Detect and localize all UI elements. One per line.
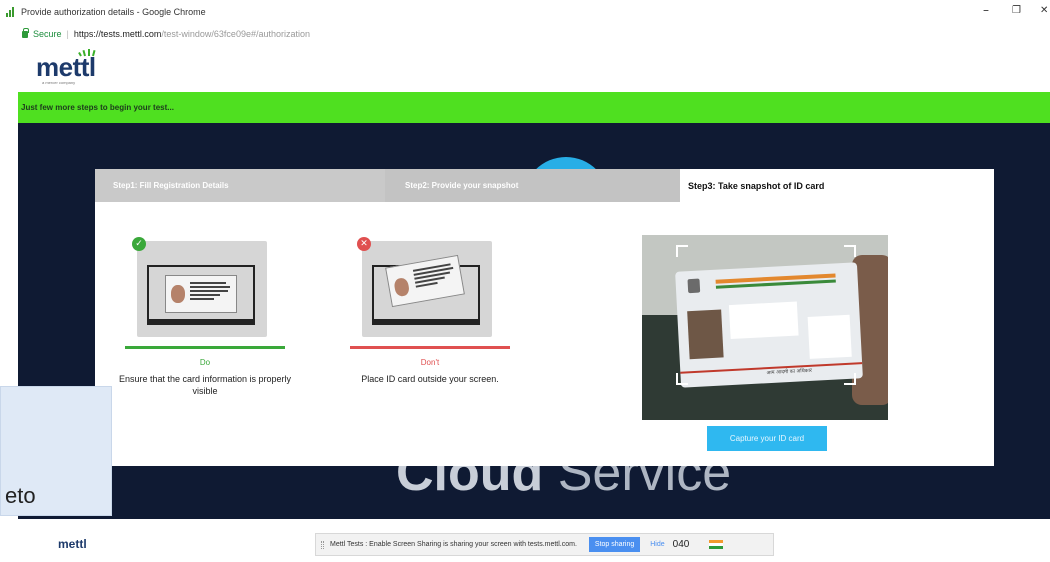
address-separator: |	[66, 29, 69, 39]
mettl-favicon-icon	[6, 7, 16, 17]
banner-text: Just few more steps to begin your test..…	[21, 103, 174, 112]
logo-spark-icon	[78, 49, 96, 57]
step-tabs: Step1: Fill Registration Details Step2: …	[95, 169, 994, 202]
india-flag-icon	[709, 539, 724, 550]
dont-bar	[350, 346, 510, 349]
mettl-logo[interactable]: mettl a mercer company	[36, 49, 96, 85]
card-text-lines	[412, 262, 460, 289]
id-card-illustration	[165, 275, 237, 313]
redaction-box	[807, 314, 852, 359]
footer-number: 040	[672, 539, 690, 550]
browser-title-bar: Provide authorization details - Google C…	[0, 0, 1050, 24]
card-footer-text: आम आदमी का अधिकार	[766, 367, 813, 377]
minimize-button[interactable]: –	[983, 3, 989, 17]
do-bar	[125, 346, 285, 349]
id-verification-modal: Step1: Fill Registration Details Step2: …	[95, 169, 994, 466]
footer-logo: mettl	[58, 537, 87, 551]
site-header: mettl a mercer company	[0, 44, 1050, 92]
close-window-button[interactable]: ✕	[1040, 5, 1048, 16]
card-text-lines	[190, 282, 232, 302]
frame-corner	[676, 245, 688, 257]
held-id-card: आम आदमी का अधिकार	[675, 262, 863, 388]
webcam-preview: आम आदमी का अधिकार	[642, 235, 888, 420]
url-path[interactable]: /test-window/63fce09e#/authorization	[161, 29, 310, 39]
dont-description: Place ID card outside your screen.	[361, 374, 499, 384]
page-footer: mettl Mettl Tests : Enable Screen Sharin…	[0, 519, 1050, 562]
lock-icon	[22, 27, 29, 38]
do-example	[125, 235, 285, 353]
window-title: Provide authorization details - Google C…	[21, 7, 206, 17]
dont-example	[350, 235, 510, 353]
step-3-tab: Step3: Take snapshot of ID card	[680, 169, 994, 202]
frame-corner	[844, 373, 856, 385]
overlay-text: eto	[5, 483, 36, 508]
frame-corner	[844, 245, 856, 257]
logo-text: mettl	[36, 52, 96, 82]
stop-sharing-button[interactable]: Stop sharing	[588, 537, 641, 552]
url-host[interactable]: https://tests.mettl.com	[74, 29, 162, 39]
face-icon	[171, 285, 185, 303]
step-2-tab: Step2: Provide your snapshot	[385, 169, 680, 202]
do-label: Do	[199, 358, 211, 367]
overlay-panel: eto	[0, 386, 112, 516]
face-icon	[393, 277, 411, 298]
instruction-banner: Just few more steps to begin your test..…	[18, 92, 1050, 123]
dont-label: Don't	[420, 358, 440, 367]
step-1-tab: Step1: Fill Registration Details	[95, 169, 385, 202]
card-photo	[687, 309, 724, 360]
secure-label: Secure	[33, 29, 62, 39]
capture-id-card-button[interactable]: Capture your ID card	[707, 426, 827, 451]
hide-link[interactable]: Hide	[650, 541, 664, 548]
restore-button[interactable]: ❐	[1012, 5, 1021, 16]
address-bar[interactable]: Secure | https://tests.mettl.com /test-w…	[0, 24, 1050, 44]
share-message: Mettl Tests : Enable Screen Sharing is s…	[330, 541, 577, 548]
check-icon: ✓	[132, 237, 146, 251]
redaction-box	[728, 301, 799, 340]
do-description: Ensure that the card information is prop…	[118, 374, 292, 396]
cross-icon: ✕	[357, 237, 371, 251]
frame-corner	[676, 373, 688, 385]
emblem-icon	[687, 278, 701, 294]
drag-handle-icon[interactable]	[321, 540, 324, 549]
screen-share-notification: Mettl Tests : Enable Screen Sharing is s…	[315, 533, 774, 556]
